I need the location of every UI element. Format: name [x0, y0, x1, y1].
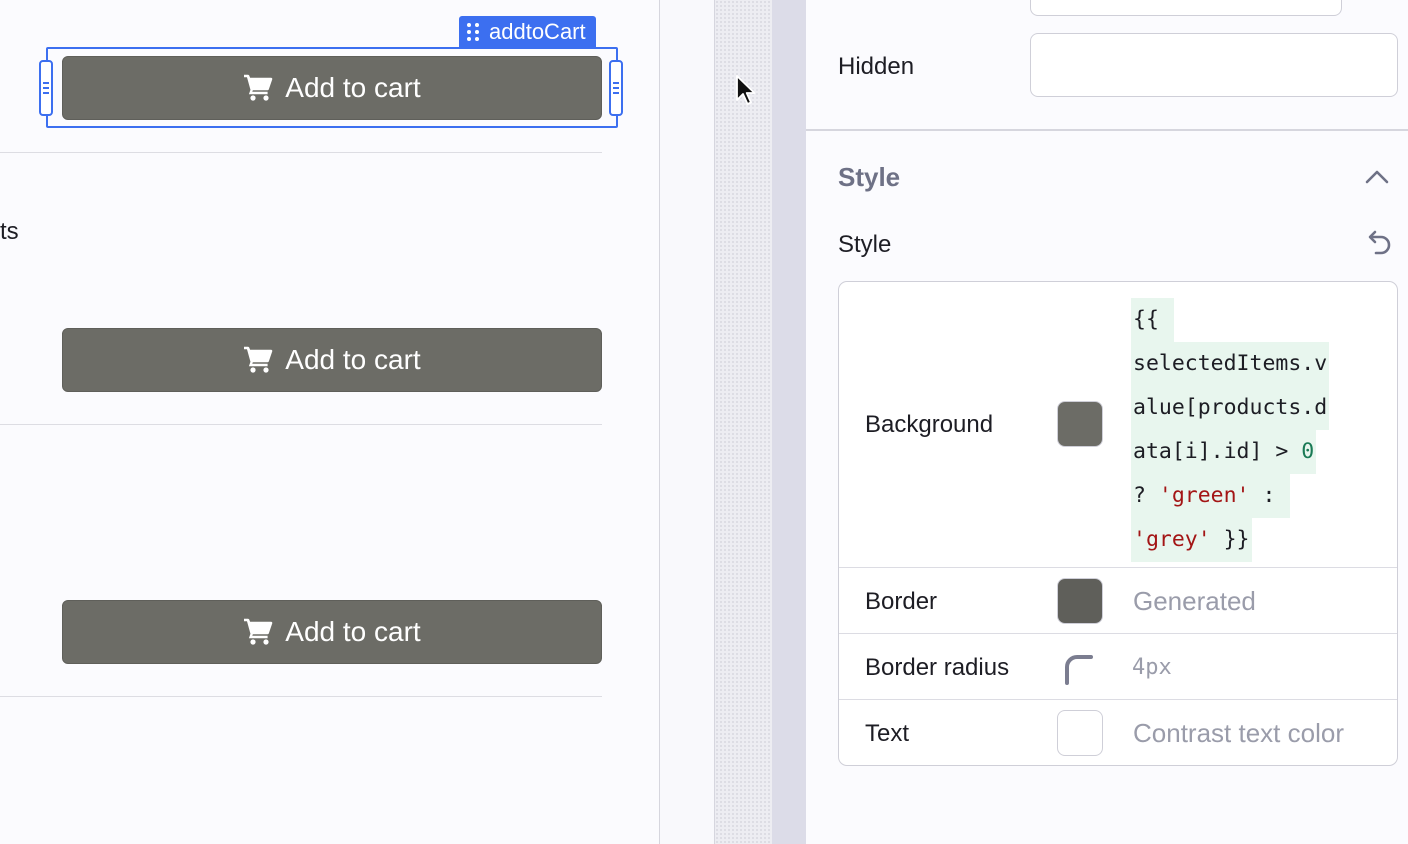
section-divider: [806, 129, 1408, 131]
code-line: ata[i].id] >: [1133, 439, 1302, 464]
shopping-cart-icon: [244, 74, 273, 101]
list-divider: [0, 424, 602, 425]
add-to-cart-button[interactable]: Add to cart: [62, 600, 602, 664]
background-row: Background {{ selectedItems.v alue[produ…: [839, 282, 1397, 568]
canvas[interactable]: addtoCart Add to cart ts Add to cart Add…: [0, 0, 660, 844]
style-group-label: Style: [838, 231, 892, 258]
add-to-cart-label: Add to cart: [285, 344, 421, 375]
shopping-cart-icon: [244, 346, 273, 373]
canvas-gutter: [714, 0, 772, 844]
border-radius-icon: [1065, 655, 1093, 685]
inspector-panel: Hidden Style Style Background {{ selecte…: [806, 0, 1408, 844]
code-line: alue[products.d: [1131, 386, 1330, 430]
code-operator: :: [1249, 483, 1289, 508]
code-line: }}: [1210, 527, 1250, 552]
shopping-cart-icon: [244, 618, 273, 645]
product-text-fragment: ts: [0, 218, 19, 245]
code-line: selectedItems.v: [1131, 342, 1330, 386]
background-code-editor[interactable]: {{ selectedItems.v alue[products.d ata[i…: [1131, 298, 1371, 562]
text-row: Text Contrast text color: [839, 699, 1397, 765]
add-to-cart-label: Add to cart: [285, 616, 421, 647]
border-row: Border Generated: [839, 567, 1397, 633]
list-divider: [0, 696, 602, 697]
border-radius-label: Border radius: [865, 654, 1010, 681]
border-radius-value[interactable]: 4px: [1132, 655, 1172, 680]
border-value[interactable]: Generated: [1133, 586, 1256, 617]
code-string: 'green': [1158, 483, 1250, 508]
mouse-cursor-icon: [736, 75, 756, 105]
selected-component-tag[interactable]: addtoCart: [459, 16, 596, 48]
previous-field-input[interactable]: [1030, 0, 1342, 16]
text-label: Text: [865, 720, 910, 747]
panel-scrollbar[interactable]: [772, 0, 806, 844]
add-to-cart-label: Add to cart: [285, 72, 421, 103]
background-color-swatch[interactable]: [1057, 401, 1103, 447]
list-divider: [0, 152, 602, 153]
style-section-title[interactable]: Style: [838, 162, 900, 193]
drag-grip-icon[interactable]: [467, 23, 479, 41]
hidden-label: Hidden: [838, 53, 915, 80]
chevron-up-icon[interactable]: [1364, 166, 1390, 188]
selected-component-name: addtoCart: [489, 19, 586, 44]
border-color-swatch[interactable]: [1057, 578, 1103, 624]
border-radius-row: Border radius 4px: [839, 633, 1397, 699]
code-line: {{: [1131, 298, 1174, 342]
resize-handle-left[interactable]: [39, 60, 53, 116]
add-to-cart-button[interactable]: Add to cart: [62, 328, 602, 392]
resize-handle-right[interactable]: [609, 60, 623, 116]
text-value[interactable]: Contrast text color: [1133, 718, 1344, 749]
code-line: ?: [1133, 483, 1159, 508]
add-to-cart-button[interactable]: Add to cart: [62, 56, 602, 120]
code-string: 'grey': [1133, 527, 1211, 552]
hidden-input[interactable]: [1030, 33, 1398, 97]
reset-icon[interactable]: [1366, 228, 1394, 258]
border-label: Border: [865, 588, 938, 615]
code-number: 0: [1301, 439, 1315, 464]
style-properties-table: Background {{ selectedItems.v alue[produ…: [838, 281, 1398, 766]
text-color-swatch[interactable]: [1057, 710, 1103, 756]
background-label: Background: [865, 411, 994, 438]
